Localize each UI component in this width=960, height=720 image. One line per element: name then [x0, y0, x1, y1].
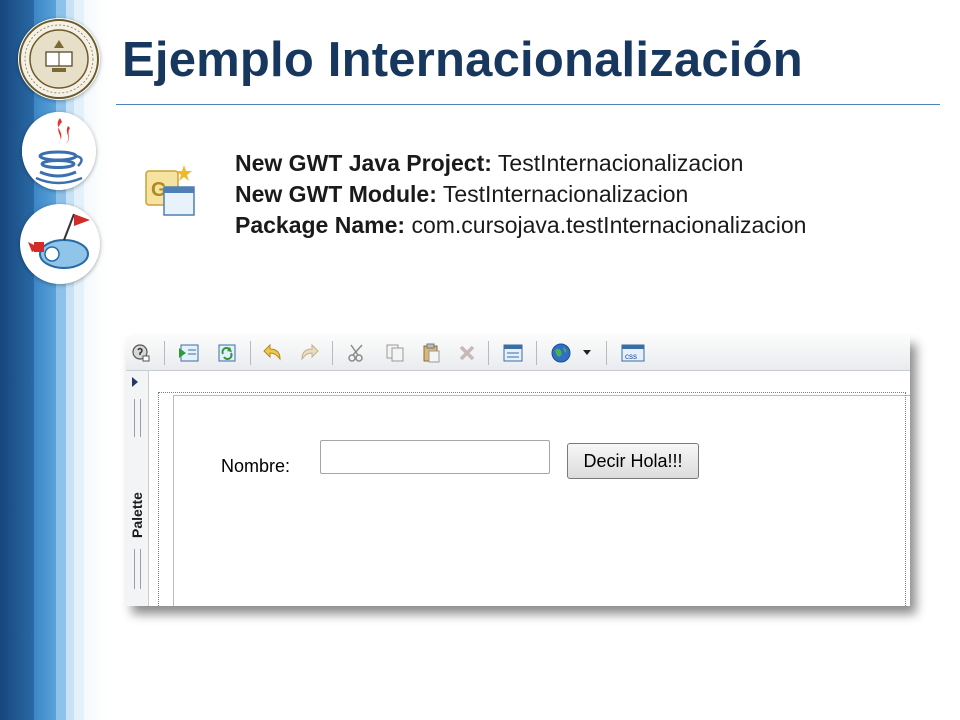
nombre-label: Nombre: — [221, 456, 291, 476]
grip-icon — [134, 549, 141, 589]
project-row: New GWT Java Project: TestInternacionali… — [235, 150, 744, 176]
university-seal-logo — [18, 18, 100, 100]
delete-icon[interactable] — [456, 342, 478, 364]
page-title: Ejemplo Internacionalización — [122, 33, 803, 87]
toolbar-separator — [606, 341, 607, 365]
globe-icon[interactable] — [550, 342, 572, 364]
java-logo — [22, 112, 96, 190]
redo-icon[interactable] — [298, 342, 320, 364]
paste-icon[interactable] — [420, 342, 442, 364]
band-stripe — [56, 0, 66, 720]
undo-icon[interactable] — [262, 342, 284, 364]
designer-toolbar: css — [126, 336, 910, 371]
band-stripe — [74, 0, 84, 720]
cut-icon[interactable] — [346, 342, 368, 364]
toolbar-separator — [536, 341, 537, 365]
test-icon[interactable] — [130, 342, 152, 364]
package-row: Package Name: com.cursojava.testInternac… — [235, 212, 807, 238]
palette-panel[interactable]: Palette — [126, 371, 149, 606]
band-stripe — [34, 0, 56, 720]
title-divider — [116, 104, 940, 105]
preview-icon[interactable] — [178, 342, 200, 364]
band-stripe — [66, 0, 74, 720]
grip-icon — [134, 399, 141, 437]
band-stripe — [84, 0, 108, 720]
toolbar-separator — [332, 341, 333, 365]
band-stripe — [0, 0, 34, 720]
module-row: New GWT Module: TestInternacionalizacion — [235, 181, 689, 207]
copy-icon[interactable] — [384, 342, 406, 364]
root-panel[interactable] — [158, 392, 906, 606]
palette-label: Palette — [129, 492, 145, 538]
chevron-down-icon[interactable] — [580, 342, 594, 364]
toolbar-separator — [164, 341, 165, 365]
decir-hola-button[interactable]: Decir Hola!!! — [567, 443, 699, 479]
properties-icon[interactable] — [502, 342, 524, 364]
toolbar-separator — [488, 341, 489, 365]
expand-arrow-icon[interactable] — [132, 377, 138, 387]
project-info: New GWT Java Project: TestInternacionali… — [235, 148, 806, 241]
gwt-designer-screenshot: css Palette Nombre: Decir Hola!!! — [126, 336, 910, 606]
nombre-input[interactable] — [320, 440, 550, 474]
left-decor-band — [0, 0, 108, 720]
css-icon[interactable]: css — [620, 342, 646, 364]
gwt-project-icon: G — [144, 163, 198, 221]
refresh-icon[interactable] — [216, 342, 238, 364]
svg-text:css: css — [625, 352, 637, 361]
toolbar-separator — [250, 341, 251, 365]
gwt-logo — [20, 204, 100, 284]
